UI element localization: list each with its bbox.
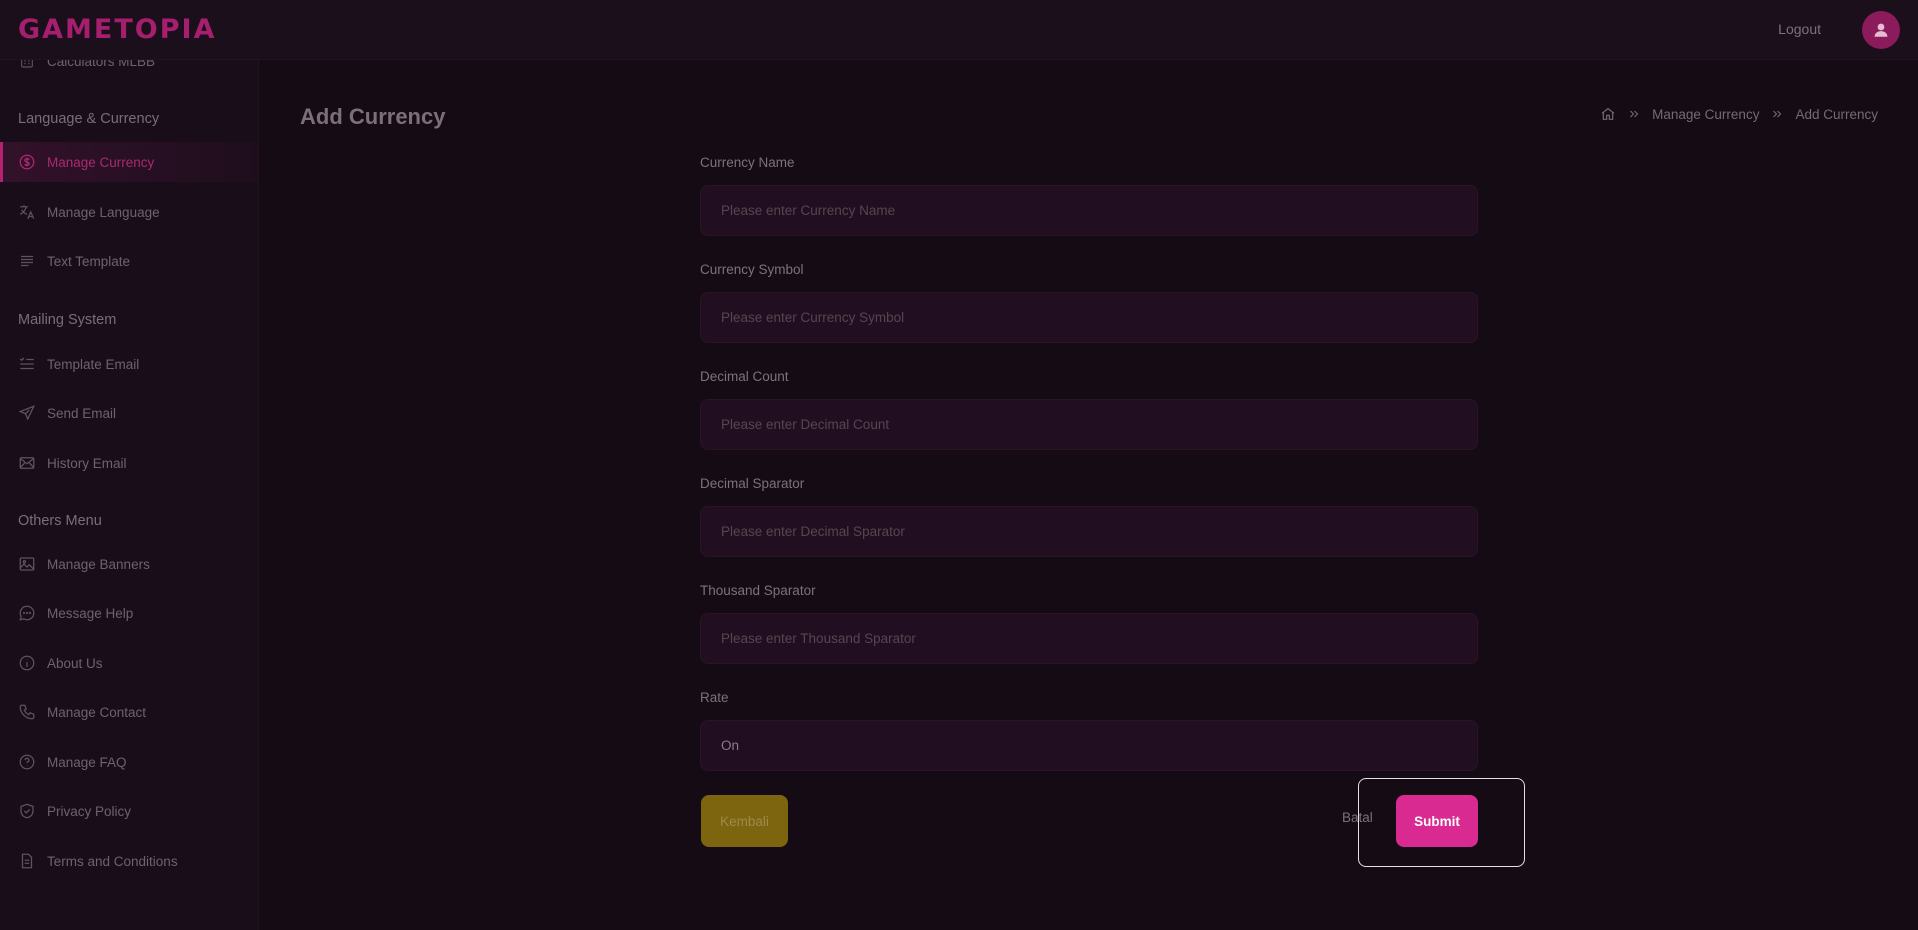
calculator-icon [18, 60, 36, 70]
sidebar-item-calculators-mlbb[interactable]: Calculators MLBB [0, 60, 258, 81]
sidebar-item-manage-contact[interactable]: Manage Contact [0, 692, 258, 732]
thousand-separator-label: Thousand Sparator [700, 583, 816, 598]
sidebar: Calculators MLBB Language & Currency Man… [0, 60, 259, 930]
form-field-currency-name: Currency Name [700, 150, 1478, 257]
decimal-separator-label: Decimal Sparator [700, 476, 805, 491]
sidebar-item-label: History Email [47, 455, 127, 471]
sidebar-item-label: Send Email [47, 405, 117, 421]
sidebar-item-label: Privacy Policy [47, 803, 132, 819]
sidebar-item-manage-banners[interactable]: Manage Banners [0, 544, 258, 584]
top-bar: GAMETOPIA Logout [0, 0, 1918, 60]
translate-icon [18, 203, 36, 221]
question-icon [18, 753, 36, 771]
app-logo[interactable]: GAMETOPIA [18, 14, 216, 45]
info-icon [18, 654, 36, 672]
text-lines-icon [18, 252, 36, 270]
sidebar-item-label: Manage Contact [47, 704, 147, 720]
sidebar-item-text-template[interactable]: Text Template [0, 241, 258, 281]
breadcrumb-manage-currency[interactable]: Manage Currency [1652, 107, 1759, 122]
sidebar-item-label: Message Help [47, 605, 134, 621]
sidebar-item-terms-and-conditions[interactable]: Terms and Conditions [0, 841, 258, 881]
sidebar-item-manage-currency[interactable]: Manage Currency [0, 142, 258, 182]
sidebar-item-history-email[interactable]: History Email [0, 443, 258, 483]
sidebar-item-label: Manage Banners [47, 556, 150, 572]
chat-icon [18, 604, 36, 622]
currency-name-label: Currency Name [700, 155, 795, 170]
sidebar-item-privacy-policy[interactable]: Privacy Policy [0, 791, 258, 831]
sidebar-item-template-email[interactable]: Template Email [0, 344, 258, 384]
rate-label: Rate [700, 690, 729, 705]
currency-symbol-label: Currency Symbol [700, 262, 804, 277]
sidebar-item-message-help[interactable]: Message Help [0, 593, 258, 633]
form-field-thousand-separator: Thousand Sparator [700, 578, 1478, 685]
breadcrumb-add-currency: Add Currency [1795, 106, 1878, 122]
currency-symbol-input[interactable] [700, 292, 1478, 343]
sidebar-item-label: Manage Currency [47, 154, 155, 170]
submit-button[interactable]: Submit [1396, 795, 1478, 847]
form-field-currency-symbol: Currency Symbol [700, 257, 1478, 364]
decimal-count-label: Decimal Count [700, 369, 789, 384]
form-field-decimal-count: Decimal Count [700, 364, 1478, 471]
sidebar-item-send-email[interactable]: Send Email [0, 393, 258, 433]
form-field-rate: Rate On [700, 685, 1478, 792]
section-language-currency: Language & Currency [18, 111, 160, 127]
sidebar-item-label: About Us [47, 655, 103, 671]
add-currency-form: Currency Name Currency Symbol Decimal Co… [700, 150, 1478, 792]
sidebar-item-label: Text Template [47, 253, 131, 269]
user-icon [1874, 23, 1888, 37]
home-icon[interactable] [1600, 106, 1616, 122]
sidebar-item-label: Manage FAQ [47, 754, 127, 770]
mail-icon [18, 454, 36, 472]
sidebar-item-manage-faq[interactable]: Manage FAQ [0, 742, 258, 782]
section-others-menu: Others Menu [18, 513, 102, 529]
user-avatar[interactable] [1862, 11, 1900, 49]
rate-select[interactable]: On [700, 720, 1478, 771]
sidebar-item-label: Manage Language [47, 204, 160, 220]
sidebar-item-label: Terms and Conditions [47, 853, 178, 869]
thousand-separator-input[interactable] [700, 613, 1478, 664]
phone-icon [18, 703, 36, 721]
send-icon [18, 404, 36, 422]
chevron-double-right-icon [1628, 108, 1640, 120]
decimal-separator-input[interactable] [700, 506, 1478, 557]
rate-selected-value: On [721, 738, 740, 753]
back-button[interactable]: Kembali [701, 795, 788, 847]
decimal-count-input[interactable] [700, 399, 1478, 450]
sidebar-item-about-us[interactable]: About Us [0, 643, 258, 683]
chevron-double-right-icon [1771, 108, 1783, 120]
sidebar-item-label: Calculators MLBB [47, 60, 156, 69]
page-title: Add Currency [300, 104, 446, 129]
list-template-icon [18, 355, 36, 373]
section-mailing-system: Mailing System [18, 312, 117, 328]
currency-name-input[interactable] [700, 185, 1478, 236]
shield-check-icon [18, 802, 36, 820]
currency-icon [18, 153, 36, 171]
breadcrumb: Manage Currency Add Currency [1600, 106, 1878, 122]
form-field-decimal-separator: Decimal Sparator [700, 471, 1478, 578]
sidebar-item-manage-language[interactable]: Manage Language [0, 192, 258, 232]
sidebar-item-label: Template Email [47, 356, 140, 372]
logout-link[interactable]: Logout [1778, 21, 1821, 37]
image-icon [18, 555, 36, 573]
document-icon [18, 852, 36, 870]
